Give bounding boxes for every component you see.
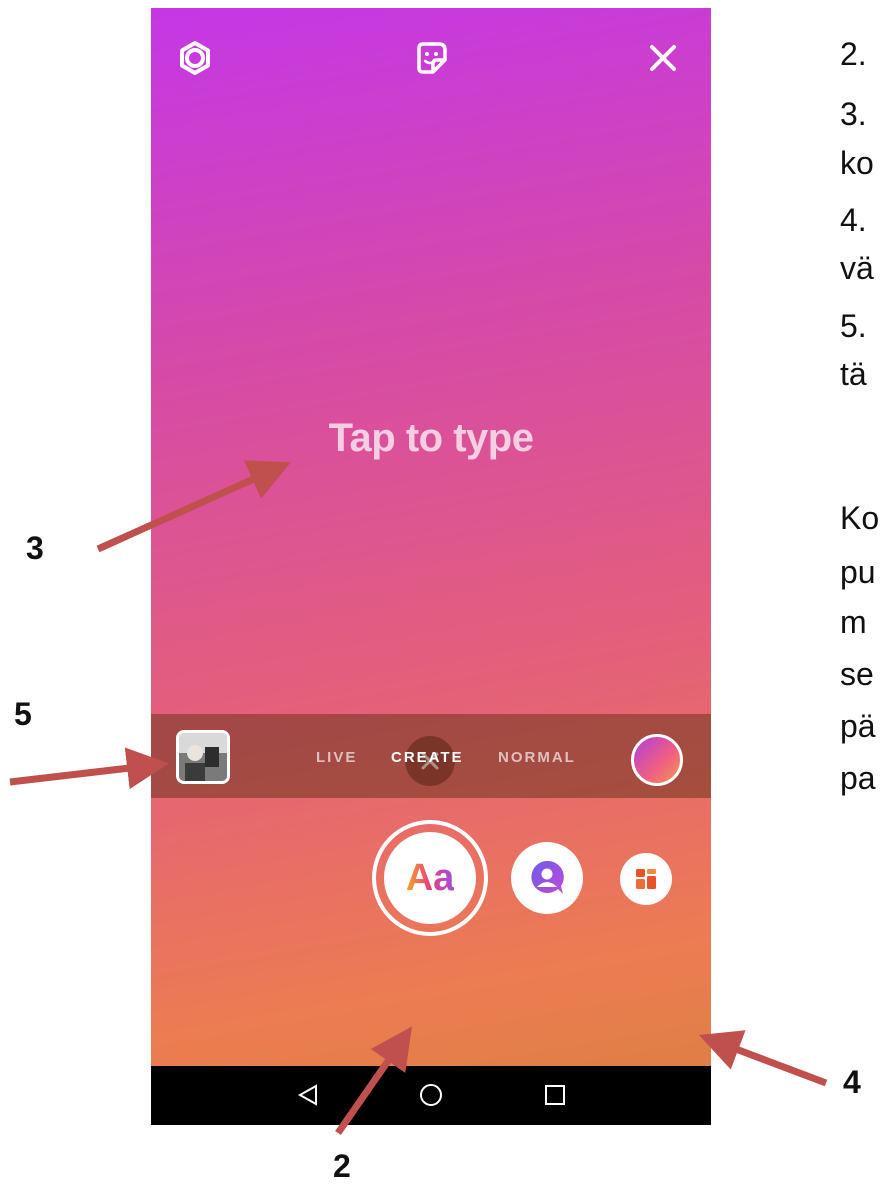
- callout-3: 3: [26, 530, 44, 566]
- side-text-line: m: [840, 604, 867, 640]
- arrow-3: [96, 460, 291, 553]
- callout-2: 2: [333, 1148, 351, 1184]
- callout-4: 4: [843, 1064, 861, 1100]
- arrow-2: [335, 1026, 412, 1135]
- side-text-line: 3.: [840, 96, 867, 132]
- side-text-line: se: [840, 656, 874, 692]
- side-text-line: Ko: [840, 500, 880, 536]
- side-text-line: vä: [840, 250, 874, 286]
- side-text-line: tä: [840, 356, 867, 392]
- annotation-arrows: [9, 460, 828, 1135]
- side-text-line: 4.: [840, 202, 867, 238]
- side-text-line: 5.: [840, 308, 867, 344]
- side-text-line: ko: [840, 145, 874, 181]
- arrow-4: [698, 1030, 828, 1087]
- side-text-line: pä: [840, 708, 876, 744]
- side-text-line: pa: [840, 760, 876, 796]
- callout-5: 5: [14, 696, 32, 732]
- side-text-line: pu: [840, 554, 876, 590]
- arrow-5: [9, 747, 169, 790]
- side-text-line: 2.: [840, 36, 867, 72]
